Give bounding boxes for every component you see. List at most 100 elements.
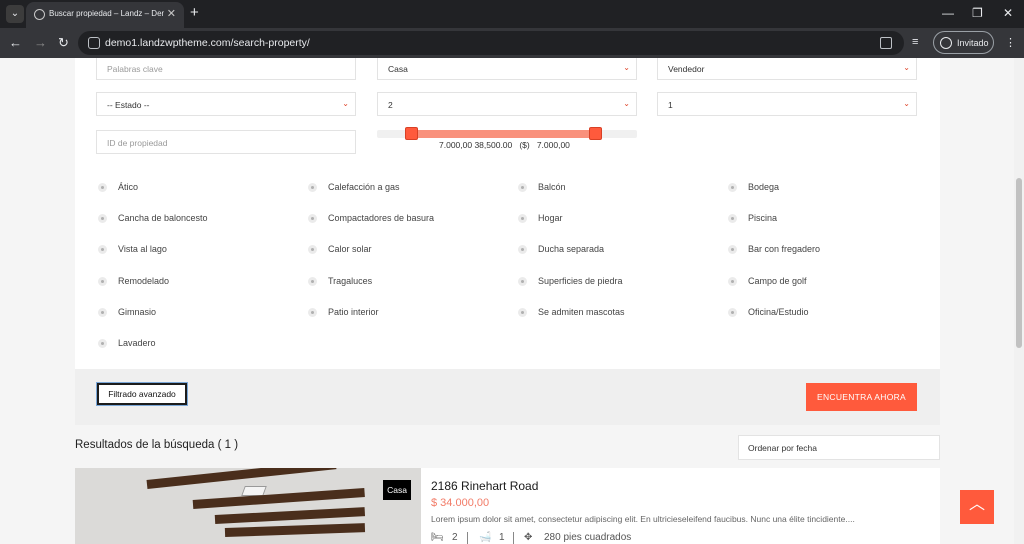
scrollbar-thumb[interactable]: [1016, 178, 1022, 348]
amenity-label: Calefacción a gas: [328, 182, 400, 192]
amenity-label: Balcón: [538, 182, 566, 192]
advanced-filter-button[interactable]: Filtrado avanzado: [96, 382, 188, 406]
amenity-label: Cancha de baloncesto: [118, 213, 208, 223]
price-range-slider[interactable]: [377, 127, 637, 140]
amenity-checkbox[interactable]: [518, 308, 527, 317]
amenity-label: Superficies de piedra: [538, 276, 623, 286]
browser-toolbar: ← → ↻ demo1.landzwptheme.com/search-prop…: [0, 28, 1024, 58]
amenity-label: Compactadores de basura: [328, 213, 435, 223]
address-bar[interactable]: demo1.landzwptheme.com/search-property/: [78, 31, 904, 55]
amenity-checkbox[interactable]: [518, 245, 527, 254]
property-title[interactable]: 2186 Rinehart Road: [431, 479, 538, 493]
amenity-checkbox[interactable]: [308, 277, 317, 286]
price-range-readout: 7.000,00 38,500.00 ($) 7.000,00: [439, 140, 570, 150]
amenity-checkbox[interactable]: [518, 277, 527, 286]
chevron-down-icon: ⌄: [903, 63, 910, 72]
ceiling-beam: [224, 523, 366, 537]
globe-icon: [34, 9, 45, 20]
property-type-select[interactable]: Casa ⌄: [377, 58, 637, 80]
sort-select[interactable]: Ordenar por fecha: [738, 435, 940, 460]
amenity-checkbox[interactable]: [308, 308, 317, 317]
browser-tab[interactable]: Buscar propiedad – Landz – Dem ✕: [26, 2, 184, 28]
amenity-checkbox[interactable]: [308, 245, 317, 254]
close-tab-icon[interactable]: ✕: [167, 7, 176, 20]
bed-icon: 🛏: [431, 532, 444, 543]
property-card[interactable]: Casa 2186 Rinehart Road $ 34.000,00 Lore…: [75, 468, 940, 544]
amenity-checkbox[interactable]: [728, 214, 737, 223]
area-value: 280 pies cuadrados: [544, 532, 632, 543]
amenity-checkbox[interactable]: [728, 183, 737, 192]
property-id-placeholder: ID de propiedad: [107, 138, 168, 148]
amenity-label: Lavadero: [118, 338, 156, 348]
amenity-label: Ducha separada: [538, 244, 605, 254]
ceiling-beam: [214, 507, 366, 524]
amenity-checkbox[interactable]: [98, 339, 107, 348]
results-title: Resultados de la búsqueda ( 1 ): [75, 439, 239, 451]
amenity-checkbox[interactable]: [518, 183, 527, 192]
agent-value: Vendedor: [668, 64, 705, 74]
bathrooms-count: 1: [499, 532, 505, 543]
bedrooms-select[interactable]: 2 ⌄: [377, 92, 637, 116]
keywords-placeholder: Palabras clave: [107, 64, 163, 74]
find-now-button[interactable]: ENCUENTRA AHORA: [806, 383, 917, 411]
amenity-checkbox[interactable]: [728, 277, 737, 286]
chevron-down-icon: ⌄: [903, 99, 910, 108]
bedrooms-value: 2: [388, 100, 393, 110]
property-description: Lorem ipsum dolor sit amet, consectetur …: [431, 514, 855, 524]
forward-icon[interactable]: →: [34, 35, 47, 50]
price-range-fill: [410, 130, 596, 138]
profile-avatar-icon: [940, 37, 952, 49]
area-icon: ✥: [524, 532, 533, 543]
keywords-input[interactable]: Palabras clave: [96, 58, 356, 80]
sort-value: Ordenar por fecha: [748, 443, 817, 453]
restore-icon[interactable]: ❐: [972, 6, 983, 20]
amenity-checkbox[interactable]: [98, 277, 107, 286]
ceiling-beam: [146, 468, 337, 489]
divider: [513, 532, 514, 544]
site-info-icon[interactable]: [88, 37, 100, 49]
state-value: -- Estado --: [107, 100, 150, 110]
media-control-icon[interactable]: ≡: [912, 36, 918, 48]
translate-icon[interactable]: [880, 37, 892, 49]
filter-action-bar: Filtrado avanzado ENCUENTRA AHORA: [75, 369, 940, 425]
amenity-checkbox[interactable]: [728, 245, 737, 254]
amenity-checkbox[interactable]: [98, 214, 107, 223]
amenity-label: Tragaluces: [328, 276, 373, 286]
amenity-label: Gimnasio: [118, 307, 157, 317]
back-icon[interactable]: ←: [9, 35, 22, 50]
amenity-checkbox[interactable]: [308, 183, 317, 192]
property-type-badge: Casa: [383, 480, 411, 500]
profile-button[interactable]: Invitado: [933, 31, 994, 54]
menu-icon[interactable]: ⋮: [1005, 36, 1016, 49]
amenity-checkbox[interactable]: [518, 214, 527, 223]
profile-label: Invitado: [957, 38, 989, 48]
tab-search-icon[interactable]: ⌄: [6, 5, 24, 23]
price-min-handle[interactable]: [404, 127, 418, 140]
agent-select[interactable]: Vendedor ⌄: [657, 58, 917, 80]
amenity-checkbox[interactable]: [98, 245, 107, 254]
price-max-handle[interactable]: [589, 127, 603, 140]
property-price: $ 34.000,00: [431, 497, 490, 509]
amenity-checkbox[interactable]: [728, 308, 737, 317]
chevron-down-icon: ⌄: [623, 63, 630, 72]
bathrooms-select[interactable]: 1 ⌄: [657, 92, 917, 116]
property-id-input[interactable]: ID de propiedad: [96, 130, 356, 154]
new-tab-icon[interactable]: +: [190, 4, 199, 21]
reload-icon[interactable]: ↻: [58, 35, 69, 51]
amenity-checkbox[interactable]: [98, 308, 107, 317]
close-window-icon[interactable]: ✕: [1003, 6, 1013, 20]
page-scrollbar[interactable]: [1014, 58, 1024, 544]
amenity-label: Calor solar: [328, 244, 372, 254]
bedrooms-count: 2: [452, 532, 458, 543]
amenity-checkbox[interactable]: [308, 214, 317, 223]
back-to-top-button[interactable]: ︿: [960, 490, 994, 524]
property-image[interactable]: Casa: [75, 468, 421, 544]
state-select[interactable]: -- Estado -- ⌄: [96, 92, 356, 116]
minimize-icon[interactable]: —: [942, 6, 954, 20]
amenity-label: Oficina/Estudio: [748, 307, 809, 317]
amenity-checkbox[interactable]: [98, 183, 107, 192]
bath-icon: 🛁: [479, 532, 492, 543]
amenity-label: Patio interior: [328, 307, 379, 317]
amenity-label: Ático: [118, 182, 139, 192]
amenity-label: Piscina: [748, 213, 778, 223]
